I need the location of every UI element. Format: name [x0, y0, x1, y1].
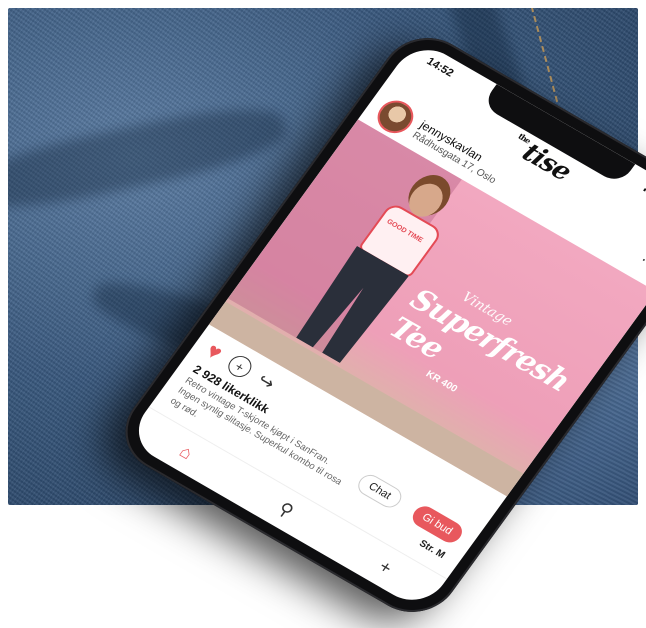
bid-button[interactable]: Gi bud: [408, 502, 467, 547]
search-icon[interactable]: ⚲: [274, 498, 298, 522]
chat-button[interactable]: Chat: [353, 470, 406, 512]
size-label: Str. M: [416, 538, 447, 561]
heart-icon[interactable]: ♥: [202, 338, 228, 365]
add-icon[interactable]: +: [375, 556, 396, 578]
comment-icon[interactable]: +: [223, 352, 256, 381]
denim-fold: [8, 95, 291, 221]
more-options-icon[interactable]: ···: [636, 252, 646, 276]
share-icon[interactable]: ↪: [254, 369, 279, 394]
home-icon[interactable]: ⌂: [175, 441, 197, 464]
